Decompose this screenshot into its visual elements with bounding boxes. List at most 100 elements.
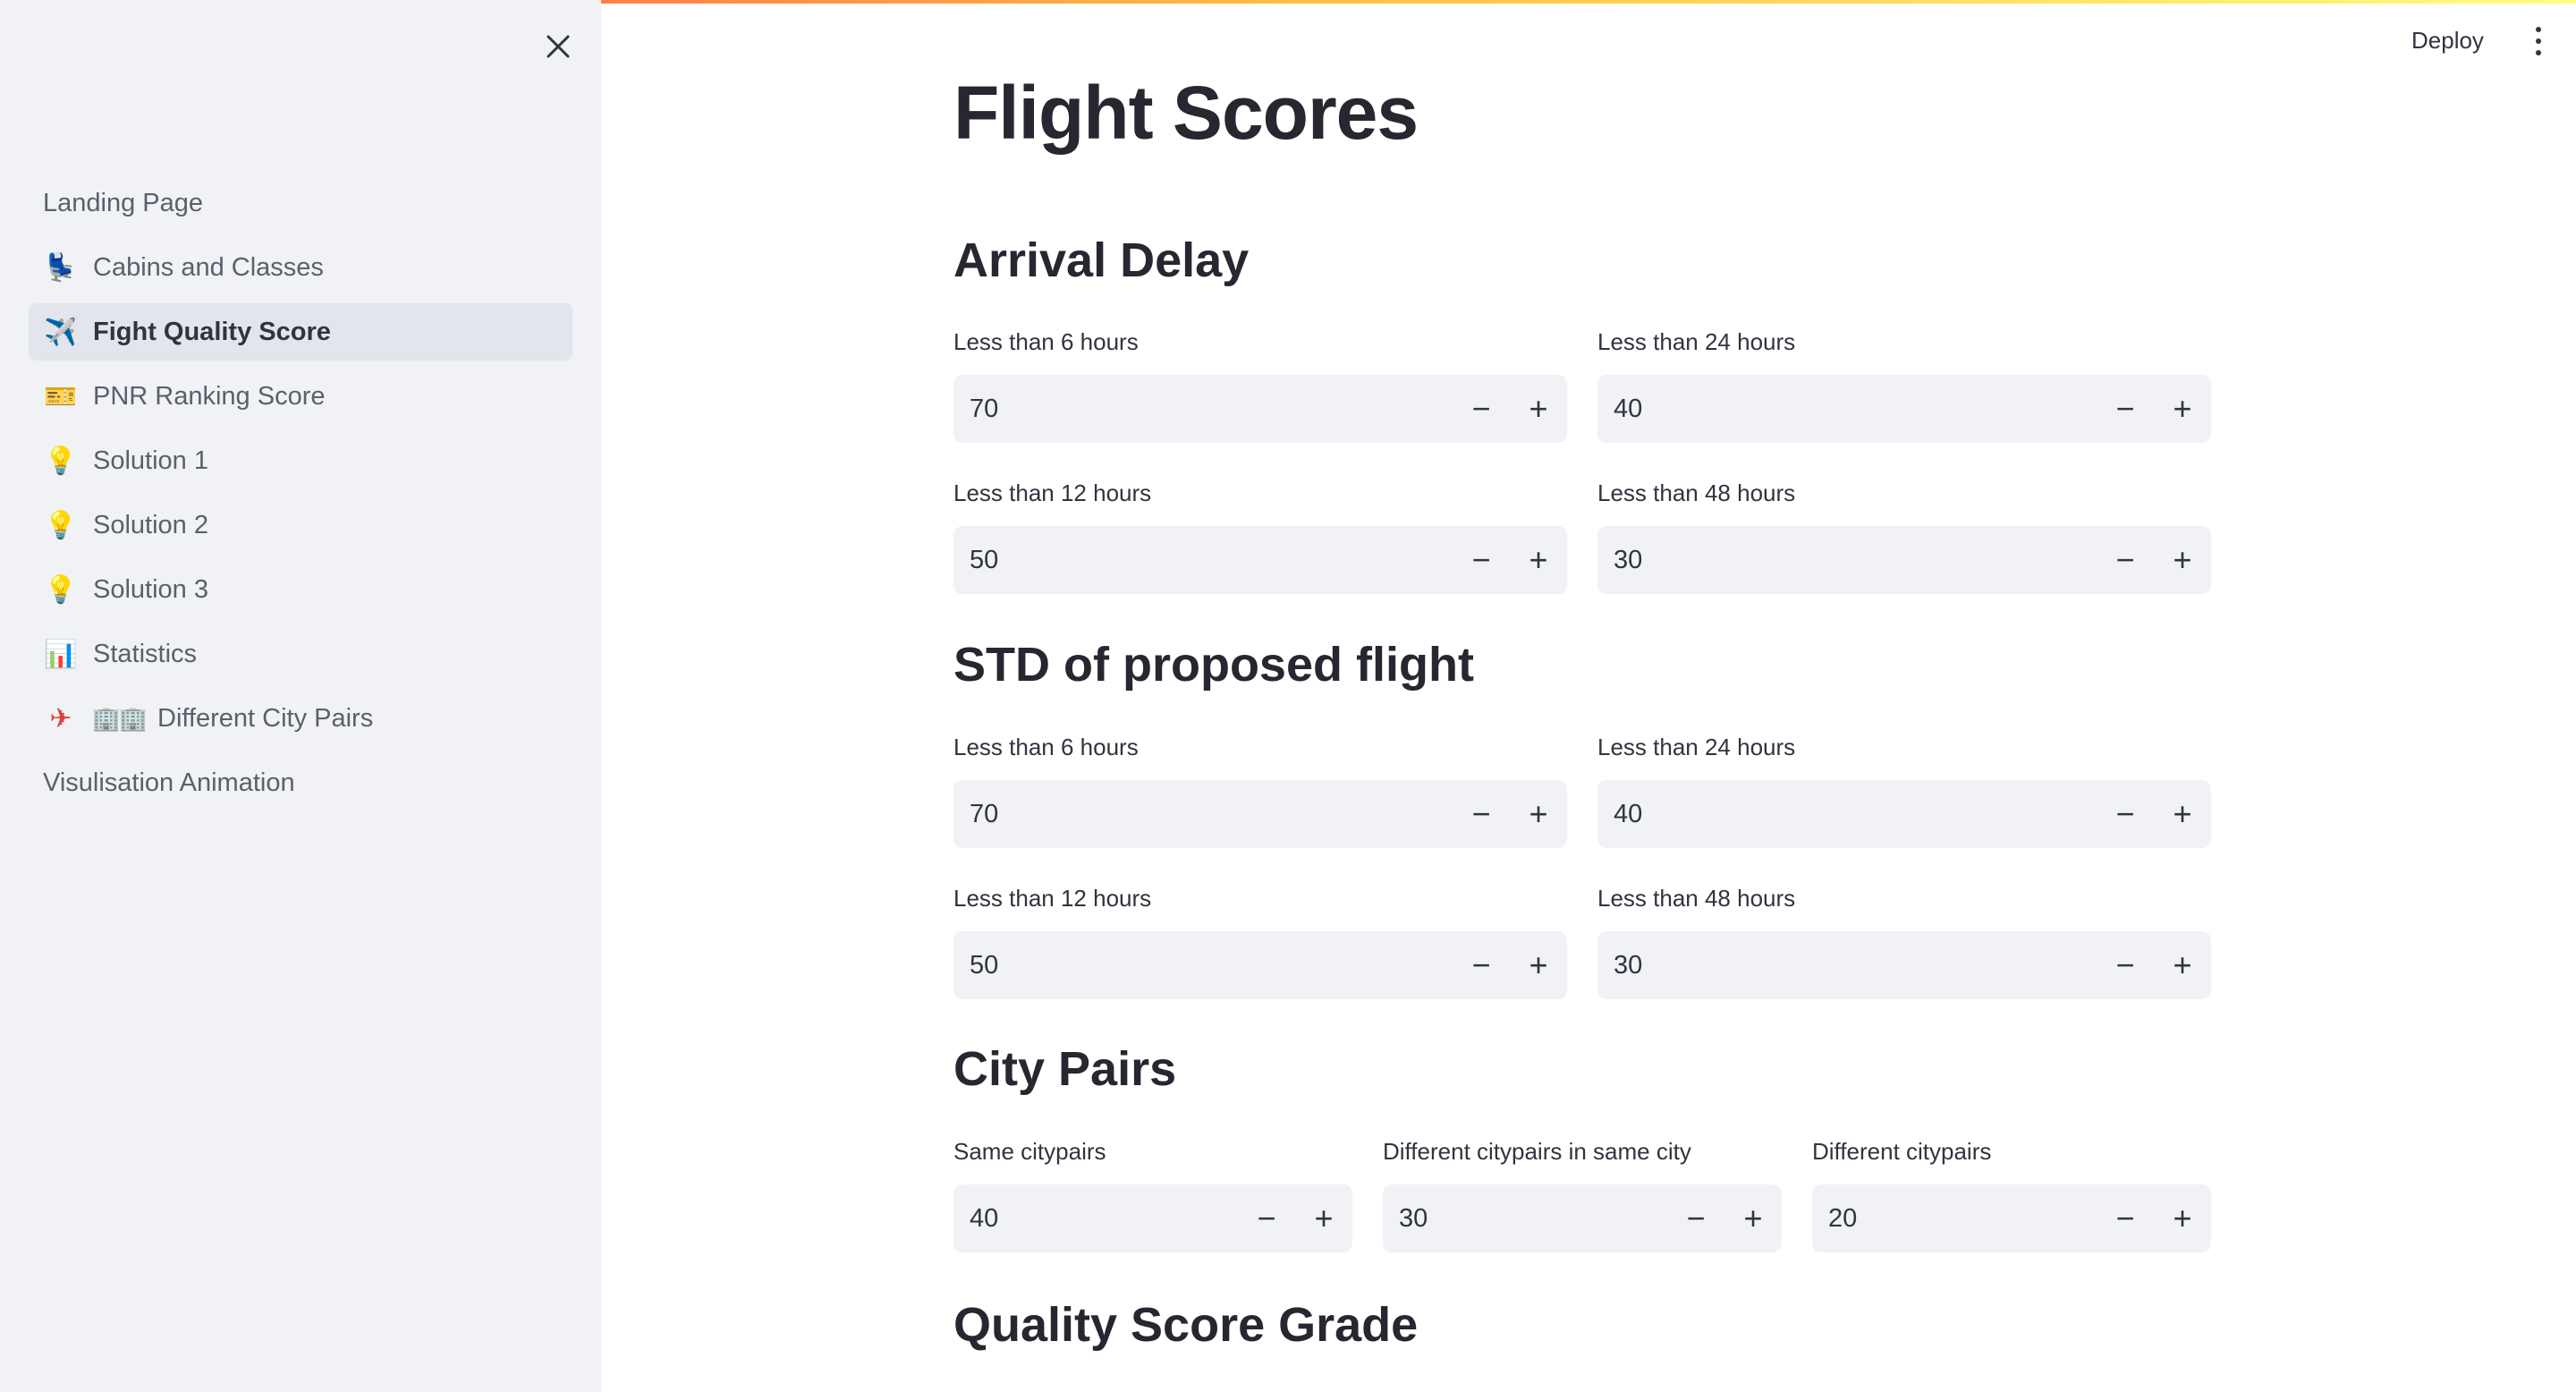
decrement-button[interactable]: −	[2097, 375, 2154, 443]
sidebar-nav: Landing Page 💺 Cabins and Classes ✈️ Fig…	[29, 174, 572, 819]
airplane-icon: ✈️	[44, 317, 78, 347]
number-input-value[interactable]: 50	[953, 546, 1453, 575]
number-input-value[interactable]: 30	[1597, 546, 2097, 575]
increment-button[interactable]: +	[1510, 526, 1567, 594]
number-input: 40 − +	[953, 1184, 1352, 1252]
number-input-value[interactable]: 30	[1597, 951, 2097, 980]
sidebar-item-solution-3[interactable]: 💡 Solution 3	[29, 561, 572, 618]
std-48h-field: Less than 48 hours 30 − +	[1597, 883, 2211, 999]
menu-dot	[2536, 38, 2541, 44]
increment-button[interactable]: +	[2154, 375, 2211, 443]
sidebar-item-cabins-and-classes[interactable]: 💺 Cabins and Classes	[29, 239, 572, 296]
sidebar-item-label: Statistics	[93, 639, 198, 668]
increment-button[interactable]: +	[1510, 375, 1567, 443]
decrement-button[interactable]: −	[2097, 1184, 2154, 1252]
increment-button[interactable]: +	[1295, 1184, 1352, 1252]
sidebar-item-fight-quality-score[interactable]: ✈️ Fight Quality Score	[29, 303, 572, 361]
arrival-delay-12h-field: Less than 12 hours 50 − +	[953, 478, 1567, 594]
decrement-button[interactable]: −	[1238, 1184, 1295, 1252]
small-airplane-icon: ✈	[49, 703, 72, 734]
number-input-value[interactable]: 40	[1597, 800, 2097, 829]
decrement-button[interactable]: −	[2097, 780, 2154, 848]
sidebar-item-label: Different City Pairs	[157, 703, 374, 733]
number-input-value[interactable]: 30	[1383, 1204, 1667, 1234]
arrival-delay-24h-field: Less than 24 hours 40 − +	[1597, 327, 2211, 443]
field-label: Less than 12 hours	[953, 480, 1152, 506]
ticket-icon: 🎫	[44, 381, 78, 412]
section-title-std: STD of proposed flight	[953, 638, 1474, 692]
deploy-button[interactable]: Deploy	[2397, 21, 2498, 60]
arrival-delay-48h-field: Less than 48 hours 30 − +	[1597, 478, 2211, 594]
different-citypairs-field: Different citypairs 20 − +	[1812, 1136, 2211, 1252]
decrement-button[interactable]: −	[1667, 1184, 1724, 1252]
number-input: 40 − +	[1597, 375, 2211, 443]
bar-chart-icon: 📊	[44, 639, 78, 669]
decrement-button[interactable]: −	[1453, 375, 1510, 443]
sidebar-item-label: Solution 3	[93, 574, 208, 604]
field-label: Less than 48 hours	[1597, 480, 1796, 506]
sidebar-item-solution-2[interactable]: 💡 Solution 2	[29, 497, 572, 554]
building-icon: 🏢	[118, 704, 148, 732]
section-title-arrival-delay: Arrival Delay	[953, 233, 1250, 287]
section-title-city-pairs: City Pairs	[953, 1042, 1177, 1096]
number-input: 70 − +	[953, 375, 1567, 443]
number-input: 30 − +	[1597, 931, 2211, 999]
sidebar-item-label: Landing Page	[43, 188, 203, 217]
number-input: 30 − +	[1383, 1184, 1782, 1252]
menu-dot	[2536, 50, 2541, 55]
increment-button[interactable]: +	[2154, 931, 2211, 999]
increment-button[interactable]: +	[2154, 526, 2211, 594]
increment-button[interactable]: +	[2154, 780, 2211, 848]
decrement-button[interactable]: −	[2097, 526, 2154, 594]
main-menu-button[interactable]	[2522, 23, 2555, 59]
sidebar-item-landing-page[interactable]: Landing Page	[29, 174, 572, 232]
lightbulb-icon: 💡	[44, 510, 78, 540]
number-input-value[interactable]: 40	[953, 1204, 1238, 1234]
sidebar-item-label: Solution 1	[93, 446, 208, 475]
number-input-value[interactable]: 20	[1812, 1204, 2097, 1234]
increment-button[interactable]: +	[1510, 931, 1567, 999]
field-label: Less than 12 hours	[953, 885, 1152, 912]
increment-button[interactable]: +	[1724, 1184, 1782, 1252]
field-label: Less than 6 hours	[953, 328, 1139, 355]
number-input: 30 − +	[1597, 526, 2211, 594]
sidebar-item-visulisation-animation[interactable]: Visulisation Animation	[29, 754, 572, 811]
sidebar-item-label: PNR Ranking Score	[93, 381, 326, 411]
field-label: Less than 48 hours	[1597, 885, 1796, 912]
field-label: Different citypairs in same city	[1383, 1138, 1691, 1165]
decrement-button[interactable]: −	[1453, 780, 1510, 848]
increment-button[interactable]: +	[2154, 1184, 2211, 1252]
sidebar: Landing Page 💺 Cabins and Classes ✈️ Fig…	[0, 0, 601, 1392]
std-12h-field: Less than 12 hours 50 − +	[953, 883, 1567, 999]
number-input-value[interactable]: 70	[953, 800, 1453, 829]
number-input: 70 − +	[953, 780, 1567, 848]
decrement-button[interactable]: −	[2097, 931, 2154, 999]
number-input: 50 − +	[953, 931, 1567, 999]
number-input: 50 − +	[953, 526, 1567, 594]
different-citypairs-same-city-field: Different citypairs in same city 30 − +	[1383, 1136, 1782, 1252]
menu-dot	[2536, 27, 2541, 32]
number-input-value[interactable]: 70	[953, 395, 1453, 424]
number-input-value[interactable]: 40	[1597, 395, 2097, 424]
number-input: 20 − +	[1812, 1184, 2211, 1252]
field-label: Same citypairs	[953, 1138, 1106, 1165]
decrement-button[interactable]: −	[1453, 931, 1510, 999]
lightbulb-icon: 💡	[44, 446, 78, 476]
number-input-value[interactable]: 50	[953, 951, 1453, 980]
sidebar-item-different-city-pairs[interactable]: ✈ 🏢 🏢 Different City Pairs	[29, 690, 572, 747]
increment-button[interactable]: +	[1510, 780, 1567, 848]
page-title: Flight Scores	[953, 71, 1419, 155]
sidebar-item-label: Solution 2	[93, 510, 208, 539]
same-citypairs-field: Same citypairs 40 − +	[953, 1136, 1352, 1252]
sidebar-item-label: Cabins and Classes	[93, 252, 324, 282]
sidebar-item-solution-1[interactable]: 💡 Solution 1	[29, 432, 572, 489]
close-sidebar-button[interactable]	[537, 25, 580, 68]
seat-icon: 💺	[44, 252, 78, 283]
section-title-quality-score-grade: Quality Score Grade	[953, 1298, 1419, 1352]
decrement-button[interactable]: −	[1453, 526, 1510, 594]
sidebar-item-pnr-ranking-score[interactable]: 🎫 PNR Ranking Score	[29, 368, 572, 425]
field-label: Less than 24 hours	[1597, 734, 1796, 760]
std-6h-field: Less than 6 hours 70 − +	[953, 732, 1567, 848]
sidebar-item-statistics[interactable]: 📊 Statistics	[29, 625, 572, 683]
field-label: Less than 24 hours	[1597, 328, 1796, 355]
